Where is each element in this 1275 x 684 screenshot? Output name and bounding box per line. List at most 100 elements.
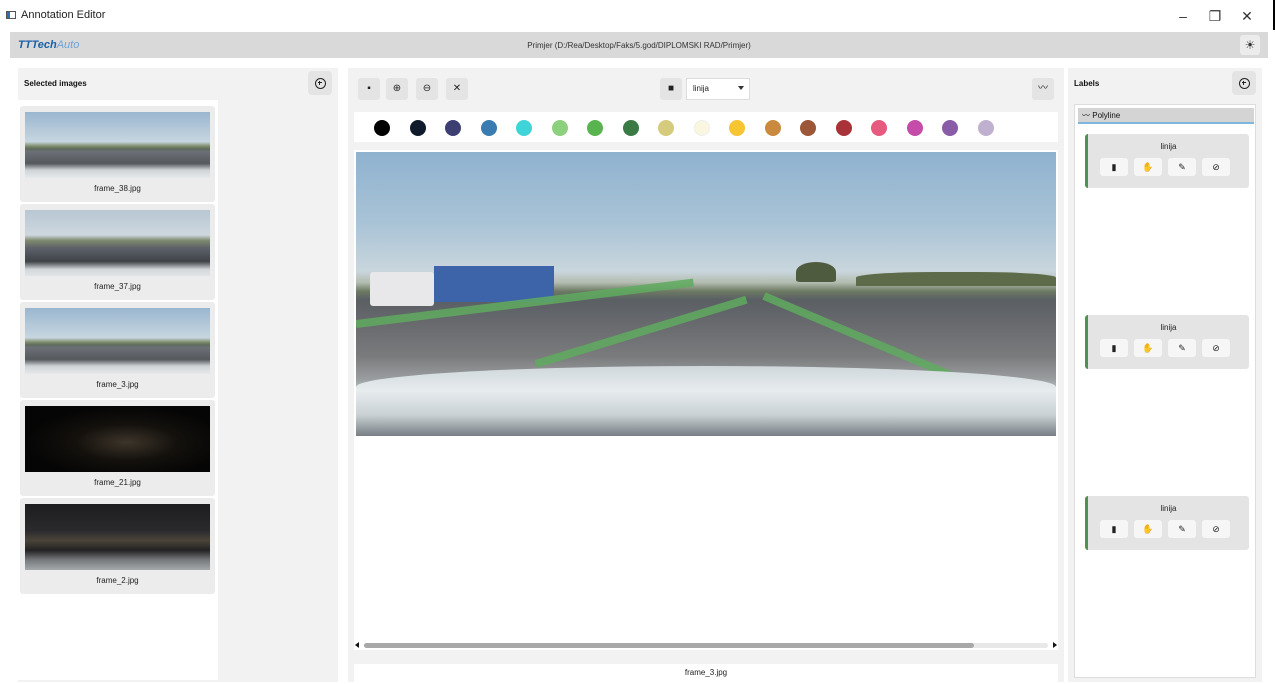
color-swatch[interactable] [906, 120, 923, 136]
zoom-out-icon: ⊖ [422, 83, 432, 94]
eye-off-icon: ⊘ [1212, 524, 1220, 534]
color-swatch[interactable] [835, 120, 852, 136]
current-filename: frame_3.jpg [354, 664, 1058, 682]
trash-icon: ▮ [1111, 343, 1117, 353]
window-title: Annotation Editor [21, 9, 106, 21]
list-item[interactable]: frame_2.jpg [20, 498, 215, 594]
restore-button[interactable]: ❐ [1199, 5, 1231, 27]
scroll-thumb[interactable] [364, 643, 974, 648]
color-swatch[interactable] [516, 120, 532, 136]
pencil-icon: ✎ [1178, 162, 1186, 172]
color-swatch[interactable] [942, 120, 958, 136]
eye-off-icon: ⊘ [1212, 162, 1220, 172]
labels-header: Labels [1068, 68, 1262, 98]
move-button[interactable]: ✋ [1134, 339, 1162, 357]
pencil-icon: ✎ [1178, 343, 1186, 353]
move-button[interactable]: ✋ [1134, 158, 1162, 176]
project-path: Primjer (D:/Rea/Desktop/Faks/5.god/DIPLO… [527, 40, 751, 50]
color-swatch[interactable] [729, 120, 745, 136]
label-card[interactable]: linija ▮ ✋ ✎ ⊘ [1085, 134, 1249, 188]
color-swatch[interactable] [693, 120, 710, 136]
color-swatch[interactable] [551, 120, 568, 136]
label-color-button[interactable]: ■ [660, 78, 682, 100]
app-icon [6, 11, 16, 19]
clear-button[interactable]: ✕ [446, 78, 468, 100]
color-swatch[interactable] [658, 120, 674, 136]
polyline-icon: 〰 [1038, 83, 1048, 94]
zoom-in-button[interactable]: ⊕ [386, 78, 408, 100]
edit-button[interactable]: ✎ [1168, 339, 1196, 357]
thumbnail-image [25, 406, 210, 472]
close-icon: ✕ [452, 83, 462, 94]
polyline-icon: 〰 [1082, 111, 1093, 120]
tree-line [856, 272, 1056, 286]
scroll-left-icon[interactable] [355, 642, 359, 648]
color-swatch[interactable] [409, 120, 426, 136]
thumbnail-label: frame_38.jpg [94, 184, 141, 193]
road-image[interactable] [356, 152, 1056, 436]
hide-button[interactable]: ⊘ [1202, 339, 1230, 357]
horizontal-scrollbar[interactable] [354, 640, 1058, 650]
list-item[interactable]: frame_3.jpg [20, 302, 215, 398]
edit-button[interactable]: ✎ [1168, 158, 1196, 176]
label-name: linija [1160, 504, 1177, 513]
labels-panel: Labels 〰 Polyline linija ▮ ✋ ✎ ⊘ linija … [1068, 68, 1262, 682]
add-circle-icon [1238, 77, 1250, 89]
color-swatch[interactable] [800, 120, 816, 136]
scroll-right-icon[interactable] [1053, 642, 1057, 648]
polyline-tool-button[interactable]: 〰 [1032, 78, 1054, 100]
hide-button[interactable]: ⊘ [1202, 158, 1230, 176]
minimize-button[interactable]: – [1167, 5, 1199, 27]
label-card[interactable]: linija ▮ ✋ ✎ ⊘ [1085, 315, 1249, 369]
pencil-icon: ✎ [1178, 524, 1186, 534]
hide-button[interactable]: ⊘ [1202, 520, 1230, 538]
thumbnail-image [25, 504, 210, 570]
thumbnail-label: frame_2.jpg [96, 576, 139, 585]
zoom-out-button[interactable]: ⊖ [416, 78, 438, 100]
color-swatch[interactable] [764, 120, 781, 136]
panel-title: Selected images [24, 78, 87, 88]
delete-button[interactable]: ▮ [1100, 520, 1128, 538]
color-swatch[interactable] [622, 120, 639, 136]
eye-off-icon: ⊘ [1212, 343, 1220, 353]
color-swatch[interactable] [977, 120, 994, 136]
list-item[interactable]: frame_37.jpg [20, 204, 215, 300]
list-item[interactable]: frame_21.jpg [20, 400, 215, 496]
hand-icon: ✋ [1142, 524, 1154, 534]
image-list[interactable]: frame_38.jpg frame_37.jpg frame_3.jpg fr… [18, 100, 218, 680]
save-button[interactable]: ▪ [358, 78, 380, 100]
lane-annotation-center[interactable] [534, 295, 748, 368]
list-item[interactable]: frame_38.jpg [20, 106, 215, 202]
color-swatch[interactable] [445, 120, 461, 136]
delete-button[interactable]: ▮ [1100, 158, 1128, 176]
save-icon: ▪ [367, 83, 371, 94]
edit-button[interactable]: ✎ [1168, 520, 1196, 538]
add-circle-icon [314, 77, 326, 89]
add-image-button[interactable] [308, 71, 332, 95]
labels-list: 〰 Polyline linija ▮ ✋ ✎ ⊘ linija ▮ ✋ ✎ ⊘… [1074, 104, 1256, 678]
delete-button[interactable]: ▮ [1100, 339, 1128, 357]
move-button[interactable]: ✋ [1134, 520, 1162, 538]
label-select[interactable]: linija [686, 78, 750, 100]
thumbnail-label: frame_37.jpg [94, 282, 141, 291]
label-select-value: linija [693, 84, 710, 93]
color-swatch[interactable] [871, 120, 887, 136]
color-swatch[interactable] [480, 120, 497, 136]
label-group-header[interactable]: 〰 Polyline [1078, 108, 1254, 124]
color-swatch[interactable] [587, 120, 603, 136]
thumbnail-image [25, 308, 210, 374]
annotation-canvas[interactable] [354, 150, 1058, 650]
chevron-down-icon [738, 86, 744, 90]
theme-toggle-button[interactable]: ☀ [1240, 35, 1260, 55]
label-name: linija [1160, 142, 1177, 151]
hand-icon: ✋ [1142, 343, 1154, 353]
editor-panel: ▪ ⊕ ⊖ ✕ ■ linija 〰 frame_3.jpg [348, 68, 1064, 682]
label-name: linija [1160, 323, 1177, 332]
close-window-button[interactable]: ✕ [1231, 5, 1263, 27]
thumbnail-image [25, 112, 210, 178]
thumbnail-image [25, 210, 210, 276]
color-swatch[interactable] [374, 120, 390, 136]
add-label-button[interactable] [1232, 71, 1256, 95]
tree [796, 262, 836, 282]
label-card[interactable]: linija ▮ ✋ ✎ ⊘ [1085, 496, 1249, 550]
